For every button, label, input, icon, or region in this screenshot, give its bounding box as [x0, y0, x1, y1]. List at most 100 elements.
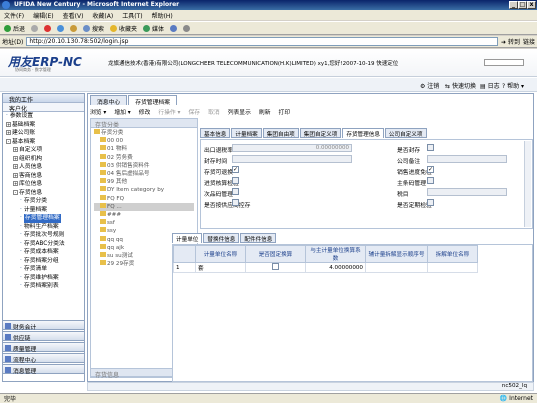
nav-tree-item[interactable]: + 自定义项 — [6, 146, 84, 155]
field-checkbox[interactable]: ✓ — [232, 166, 239, 173]
nav-tree-item[interactable]: · 计量档案 — [6, 206, 84, 215]
grid-column-header[interactable]: 与主计量单位换算系数 — [305, 245, 366, 263]
links-button[interactable]: 链接 — [523, 37, 535, 46]
field-checkbox[interactable] — [427, 177, 434, 184]
expand-icon[interactable]: + — [13, 147, 18, 152]
field-input[interactable]: 0.00000000 — [232, 144, 352, 152]
quickswitch-link[interactable]: ⇆ 快速切换 — [445, 81, 476, 90]
stop-button[interactable] — [44, 24, 52, 32]
nav-quality[interactable]: 质量管理 — [2, 342, 85, 353]
favorites-button[interactable]: 收藏夹 — [110, 24, 137, 33]
nav-tree-item[interactable]: · 存货维护档案 — [6, 274, 84, 283]
form-tab[interactable]: 存货管理信息 — [342, 128, 384, 138]
grid-column-header[interactable]: 拆解单位名称 — [427, 245, 478, 263]
action-button[interactable]: 修改 — [139, 107, 151, 116]
grid-cell[interactable] — [245, 262, 306, 273]
field-checkbox[interactable]: ✓ — [427, 166, 434, 173]
logout-link[interactable]: ⚙ 注销 — [420, 81, 439, 90]
quick-locate-input[interactable] — [484, 59, 524, 66]
nav-tree-item[interactable]: + 组织机构 — [6, 155, 84, 164]
nav-tree-item[interactable]: + 客商信息 — [6, 172, 84, 181]
nav-financial[interactable]: 财务会计 — [2, 320, 85, 331]
nav-tree-item[interactable]: · 存货ABC分类法 — [6, 240, 84, 249]
grid-column-header[interactable]: 计量单位名称 — [195, 245, 246, 263]
expand-icon[interactable]: + — [13, 181, 18, 186]
home-button[interactable] — [70, 24, 78, 32]
nav-tree-item[interactable]: · 存货管理档案 — [6, 214, 84, 223]
forward-button[interactable] — [31, 24, 39, 32]
menu-view[interactable]: 查看(V) — [63, 11, 84, 20]
form-tab[interactable]: 基本信息 — [200, 128, 231, 138]
expand-icon[interactable]: + — [6, 121, 11, 127]
category-item[interactable]: 99 其他 — [94, 178, 194, 186]
minimize-button[interactable]: _ — [509, 1, 518, 9]
nav-message[interactable]: 消息管理 — [2, 364, 85, 375]
nav-process[interactable]: 流程中心 — [2, 353, 85, 364]
log-link[interactable]: ▤ 日志 — [480, 81, 500, 90]
form-scrollbar[interactable] — [524, 141, 531, 227]
category-item[interactable]: 02 劳务费 — [94, 153, 194, 162]
menu-file[interactable]: 文件(F) — [4, 11, 24, 20]
grid-tab[interactable]: 替换件信息 — [203, 233, 240, 243]
address-input[interactable]: http://20.10.130.78:502/login.jsp — [26, 37, 499, 46]
action-button[interactable]: 列表显示 — [228, 107, 251, 116]
category-item[interactable]: 03 供销售资料件 — [94, 161, 194, 170]
nav-tree-item[interactable]: - 基本档案 — [6, 138, 84, 147]
category-item[interactable]: ssf — [94, 219, 194, 227]
nav-tree-item[interactable]: · 存货档案分组 — [6, 257, 84, 266]
expand-icon[interactable]: + — [13, 164, 18, 169]
go-button[interactable]: ➜ 转到 — [501, 37, 520, 46]
help-link[interactable]: ? 帮助 ▾ — [502, 81, 524, 90]
nav-supplychain[interactable]: 供应链 — [2, 331, 85, 342]
form-tab[interactable]: 计量档案 — [231, 128, 262, 138]
nav-tree-item[interactable]: · 存货成本档案 — [6, 248, 84, 257]
field-checkbox[interactable] — [232, 188, 239, 195]
mail-button[interactable] — [183, 24, 191, 32]
nav-tree-item[interactable]: · 存货批次号规则 — [6, 231, 84, 240]
category-item[interactable]: 存货分类 — [94, 129, 194, 137]
grid-row[interactable]: 1 套 4.00000000 — [173, 262, 478, 273]
field-checkbox[interactable] — [232, 177, 239, 184]
field-input[interactable] — [427, 188, 507, 196]
my-work-header[interactable]: 我的工作 — [3, 94, 84, 104]
grid-cell[interactable] — [427, 262, 478, 273]
category-item[interactable]: FQ FQ — [94, 194, 194, 203]
fixed-conversion-checkbox[interactable] — [272, 263, 279, 270]
field-input[interactable] — [427, 155, 507, 163]
category-item[interactable]: 00 00 — [94, 137, 194, 145]
grid-cell[interactable]: 4.00000000 — [305, 262, 366, 273]
field-input[interactable] — [232, 155, 352, 163]
grid-cell[interactable]: 1 — [173, 262, 196, 273]
nav-tree-item[interactable]: · 存货分类 — [6, 197, 84, 206]
nav-tree-item[interactable]: · 参数设置 — [6, 112, 84, 121]
form-tab[interactable]: 公司自定义项 — [384, 128, 427, 138]
nav-tree-item[interactable]: + 库位信息 — [6, 180, 84, 189]
category-item[interactable]: 04 售后虚拟品号 — [94, 170, 194, 178]
media-button[interactable]: 媒体 — [143, 24, 164, 33]
grid-tab[interactable]: 计量单位 — [172, 233, 203, 243]
action-button[interactable]: 增加 ▾ — [114, 107, 130, 116]
grid-column-header[interactable]: 辅计量拆解显示顺序号 — [365, 245, 428, 263]
action-button[interactable]: 刷新 — [259, 107, 271, 116]
nav-tree-item[interactable]: + 人员信息 — [6, 163, 84, 172]
field-checkbox[interactable] — [232, 199, 239, 206]
nav-tree-item[interactable]: · 存货档案别表 — [6, 282, 84, 291]
form-tab[interactable]: 集团自定义项 — [299, 128, 342, 138]
collapse-icon[interactable]: - — [6, 138, 11, 144]
expand-icon[interactable]: + — [6, 130, 11, 135]
field-checkbox[interactable] — [427, 144, 434, 151]
history-button[interactable] — [170, 24, 178, 32]
category-item[interactable]: FQ ... — [94, 202, 194, 212]
close-button[interactable]: x — [527, 1, 536, 9]
category-item[interactable]: DY Item category by — [94, 186, 194, 194]
collapse-icon[interactable]: - — [13, 189, 18, 195]
expand-icon[interactable]: + — [13, 172, 18, 178]
menu-help[interactable]: 帮助(H) — [152, 11, 173, 20]
category-item[interactable]: 01 物料 — [94, 145, 194, 153]
grid-column-header[interactable] — [173, 245, 196, 263]
nav-tree-item[interactable]: · 物料生产档案 — [6, 223, 84, 232]
menu-tools[interactable]: 工具(T) — [122, 11, 142, 20]
category-item[interactable]: ### — [94, 211, 194, 219]
grid-column-header[interactable]: 是否固定换算 — [245, 245, 306, 263]
menu-edit[interactable]: 编辑(E) — [33, 11, 53, 20]
